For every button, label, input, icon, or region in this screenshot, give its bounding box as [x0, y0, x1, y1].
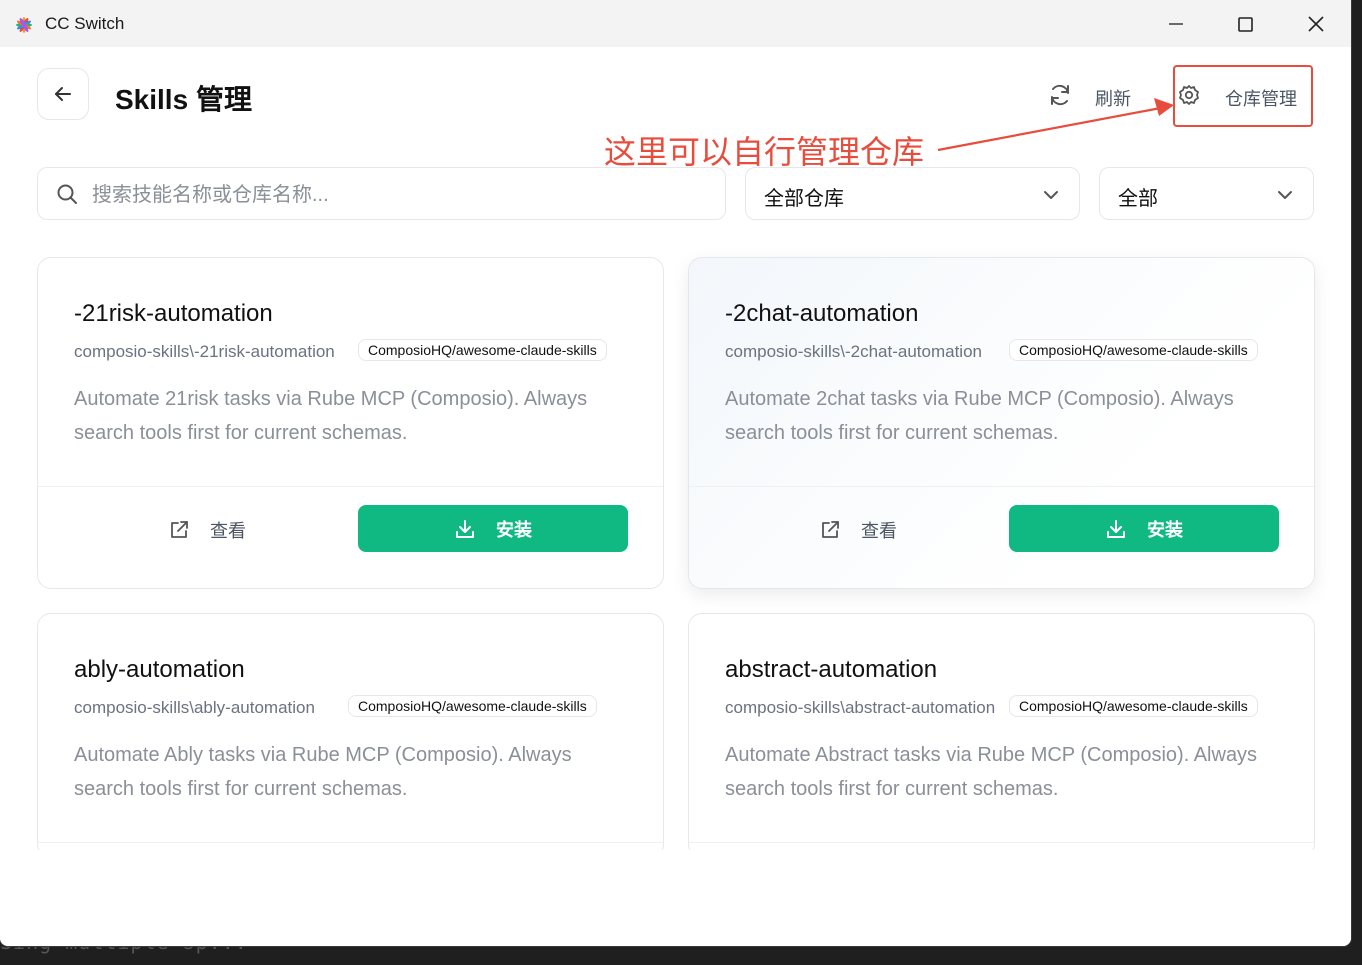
skill-path: composio-skills\ably-automation: [74, 698, 315, 717]
view-label: 查看: [861, 521, 897, 541]
external-link-icon: [822, 521, 839, 538]
repo-badge: ComposioHQ/awesome-claude-skills: [358, 339, 607, 361]
view-label: 查看: [210, 521, 246, 541]
external-link-icon: [171, 521, 188, 538]
skill-card: -2chat-automation composio-skills\-2chat…: [688, 257, 1315, 589]
card-divider: [689, 486, 1314, 487]
chevron-down-icon: [1278, 191, 1292, 199]
download-icon: [456, 519, 474, 538]
view-button[interactable]: 查看: [819, 516, 897, 544]
skill-title: ably-automation: [74, 656, 245, 683]
chevron-down-icon: [1044, 191, 1058, 199]
skill-path: composio-skills\-21risk-automation: [74, 342, 335, 361]
close-icon[interactable]: [1301, 10, 1331, 38]
repo-filter-select[interactable]: 全部仓库: [745, 167, 1080, 220]
download-icon: [1107, 519, 1125, 538]
repo-filter-value: 全部仓库: [764, 188, 844, 210]
title-bar: CC Switch: [0, 0, 1351, 47]
content-fade-area: [0, 850, 1351, 946]
skill-description: Automate 2chat tasks via Rube MCP (Compo…: [725, 388, 1234, 444]
status-filter-select[interactable]: 全部: [1099, 167, 1314, 220]
skill-title: abstract-automation: [725, 656, 938, 683]
skill-description: Automate Ably tasks via Rube MCP (Compos…: [74, 744, 572, 800]
app-logo-icon: [16, 17, 32, 33]
maximize-icon[interactable]: [1230, 10, 1260, 38]
view-button[interactable]: 查看: [168, 516, 246, 544]
repo-badge: ComposioHQ/awesome-claude-skills: [348, 695, 597, 717]
skill-title: -21risk-automation: [74, 300, 273, 327]
skill-card: -21risk-automation composio-skills\-21ri…: [37, 257, 664, 589]
arrow-left-icon: [55, 87, 71, 101]
search-input[interactable]: [90, 178, 694, 212]
skill-card: ably-automation composio-skills\ably-aut…: [37, 613, 664, 858]
back-button[interactable]: [37, 68, 89, 120]
skill-card: abstract-automation composio-skills\abst…: [688, 613, 1315, 858]
page-title: Skills 管理: [115, 84, 252, 115]
skill-path: composio-skills\-2chat-automation: [725, 342, 982, 361]
skill-description: Automate Abstract tasks via Rube MCP (Co…: [725, 744, 1258, 800]
skill-path: composio-skills\abstract-automation: [725, 698, 996, 717]
repo-manage-button[interactable]: 仓库管理: [1225, 85, 1297, 111]
repo-badge: ComposioHQ/awesome-claude-skills: [1009, 339, 1258, 361]
status-filter-value: 全部: [1118, 188, 1158, 210]
install-label: 安装: [496, 519, 532, 540]
search-box[interactable]: [37, 167, 726, 220]
install-button[interactable]: 安装: [358, 505, 628, 552]
card-divider: [38, 842, 663, 843]
repo-badge: ComposioHQ/awesome-claude-skills: [1009, 695, 1258, 717]
search-icon: [57, 184, 77, 204]
annotation-arrow: [937, 98, 1174, 152]
minimize-icon[interactable]: [1161, 10, 1191, 38]
card-divider: [38, 486, 663, 487]
skill-title: -2chat-automation: [725, 300, 919, 327]
skill-description: Automate 21risk tasks via Rube MCP (Comp…: [74, 388, 588, 444]
card-divider: [689, 842, 1314, 843]
app-window: CC Switch Skills 管理 刷新 仓库管理 这里可以自行管理仓库 搜…: [0, 0, 1351, 946]
install-label: 安装: [1147, 519, 1183, 540]
window-title: CC Switch: [45, 14, 125, 33]
install-button[interactable]: 安装: [1009, 505, 1279, 552]
